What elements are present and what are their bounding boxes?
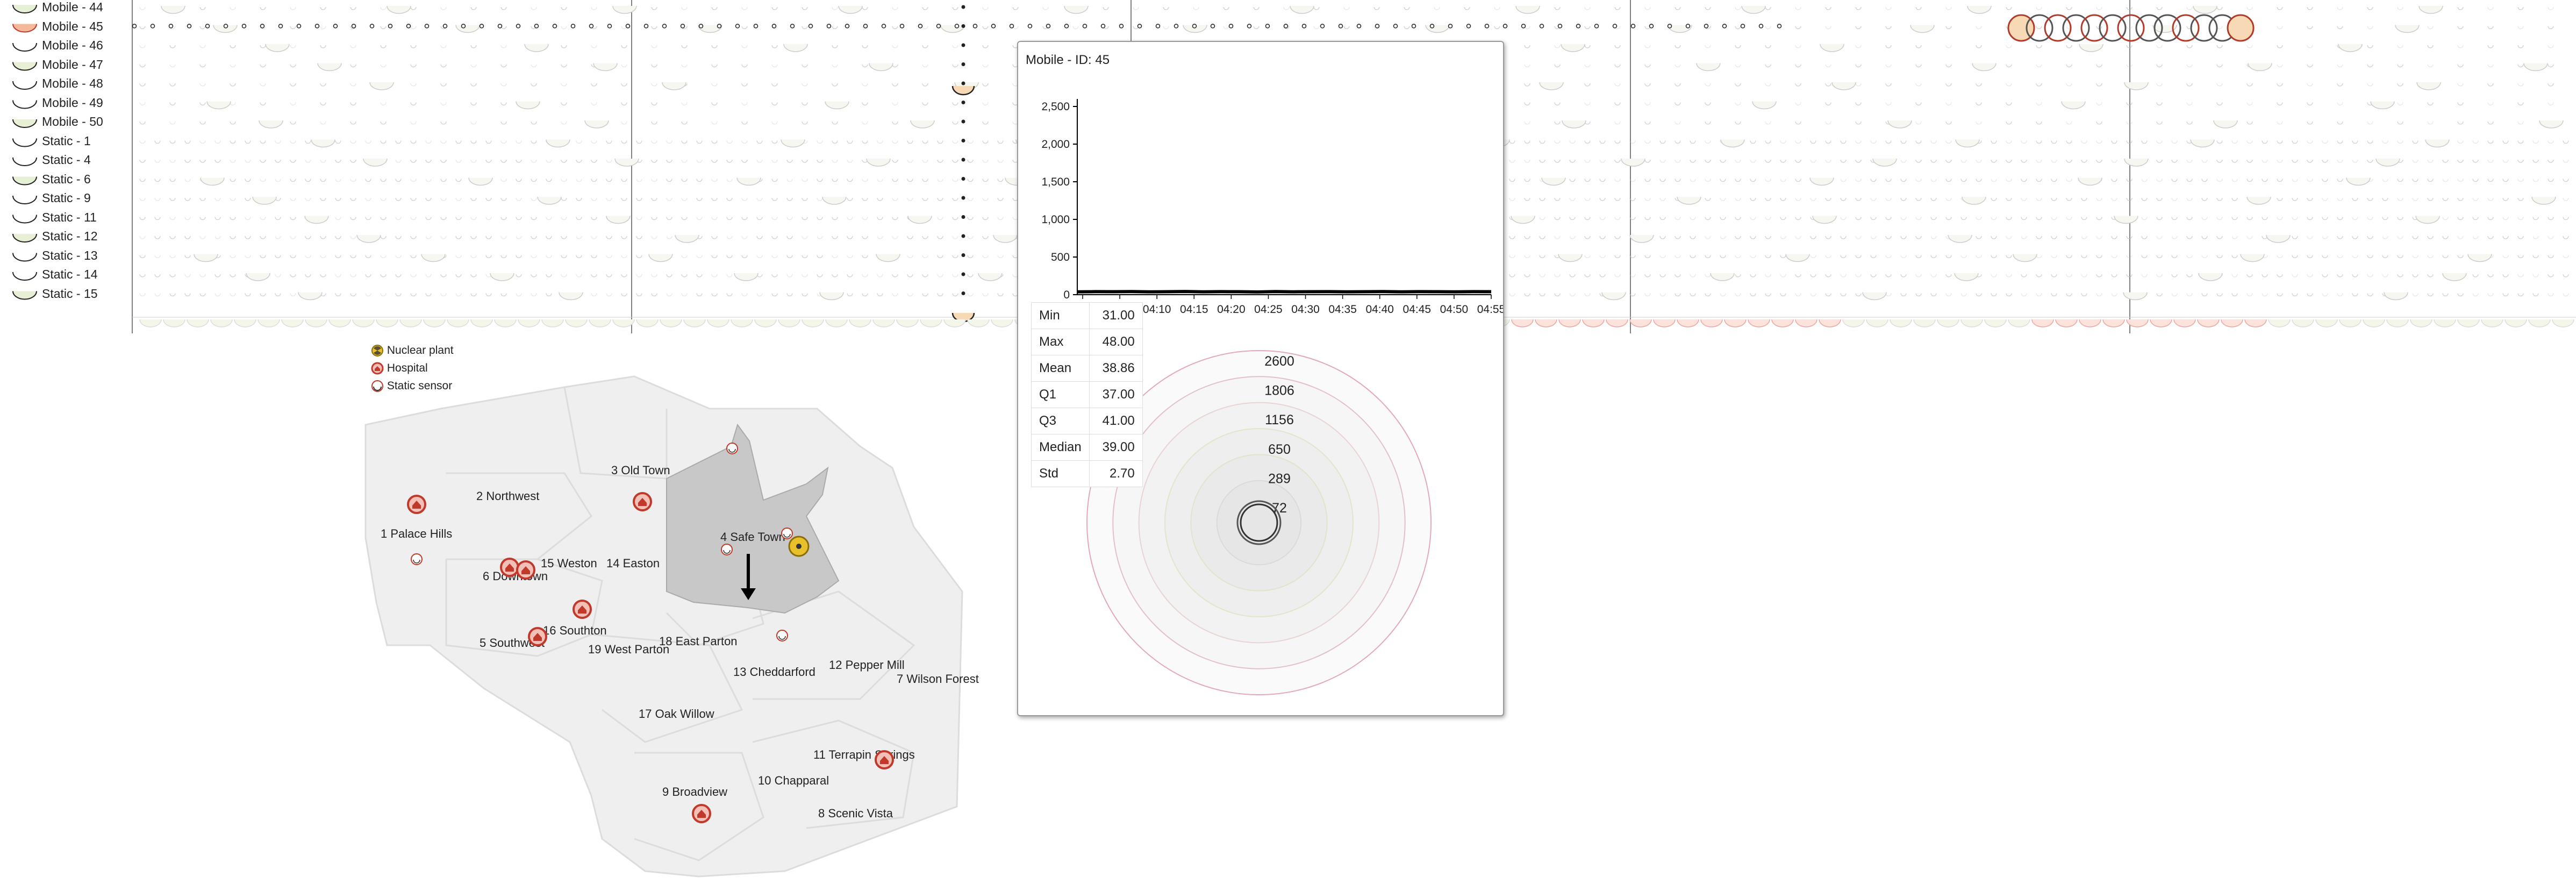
stats-row: Max 48.00 [1031,329,1143,355]
stats-row: Median 39.00 [1031,434,1143,461]
static-sensor-icon [371,380,383,393]
stats-row: Mean 38.86 [1031,355,1143,382]
stats-row: Q3 41.00 [1031,408,1143,434]
stats-row: Min 31.00 [1031,302,1143,329]
sensor-detail-popup[interactable]: Mobile - ID: 45 0 500 1,000 1,500 2,000 2,500… [1017,41,1504,716]
radial-ring [1216,480,1302,566]
stats-table: Min 31.00 Max 48.00 Mean 38.86 Q1 37.00 Q3 41.00 M… [1031,302,1143,487]
hospital-icon [371,362,384,375]
stat-value: 2.70 [1089,460,1143,487]
district-label: 2 Northwest [476,489,539,503]
stat-label: Q1 [1031,381,1090,408]
district-label: 1 Palace Hills [381,527,452,540]
stat-label: Std [1031,460,1090,487]
district-label: 11 Terrapin Springs [813,748,915,761]
radial-ring-label: 2600 [1264,354,1294,369]
radial-ring-label: 1806 [1264,383,1294,398]
legend-nuclear-plant: Nuclear plant [371,344,454,357]
district-label: 10 Chapparal [758,774,829,787]
city-outline [364,375,963,878]
district-label: 15 Weston [541,557,597,570]
stat-value: 31.00 [1089,302,1143,329]
radial-ring-label: 1156 [1265,412,1294,427]
radial-ring-label: 650 [1268,442,1291,457]
district-label: 7 Wilson Forest [897,672,979,686]
radial-ring-label: 289 [1268,471,1291,486]
stat-value: 39.00 [1089,434,1143,461]
legend-static-sensor-label: Static sensor [387,380,453,392]
legend-static-sensor: Static sensor [371,380,452,393]
stat-label: Q3 [1031,408,1090,434]
legend-hospital: Hospital [371,362,428,375]
nuclear-icon [371,345,383,357]
stat-label: Median [1031,434,1090,461]
district-label: 12 Pepper Mill [829,658,905,672]
district-label: 18 East Parton [659,635,738,648]
district-label: 9 Broadview [662,785,727,799]
district-label: 16 Southton [543,624,607,637]
stat-value: 37.00 [1089,381,1143,408]
district-label: 14 Easton [606,557,660,570]
legend-nuclear-label: Nuclear plant [387,344,454,357]
legend-hospital-label: Hospital [387,362,428,374]
nuclear-icon-center [796,544,802,549]
district-label: 13 Cheddarford [733,665,815,679]
stat-value: 48.00 [1089,329,1143,355]
stat-value: 38.86 [1089,355,1143,382]
stats-row: Std 2.70 [1031,460,1143,487]
stats-row: Q1 37.00 [1031,381,1143,408]
stat-value: 41.00 [1089,408,1143,434]
district-label: 19 West Parton [588,643,669,656]
district-label: 4 Safe Town [720,530,785,544]
district-label: 3 Old Town [611,464,670,477]
stat-label: Mean [1031,355,1090,382]
district-label: 17 Oak Willow [639,707,714,721]
stat-label: Max [1031,329,1090,355]
stat-label: Min [1031,302,1090,329]
map-layer: 1 Palace Hills 2 Northwest 3 Old Town 4 Saf… [364,375,979,878]
district-label: 8 Scenic Vista [818,807,893,820]
